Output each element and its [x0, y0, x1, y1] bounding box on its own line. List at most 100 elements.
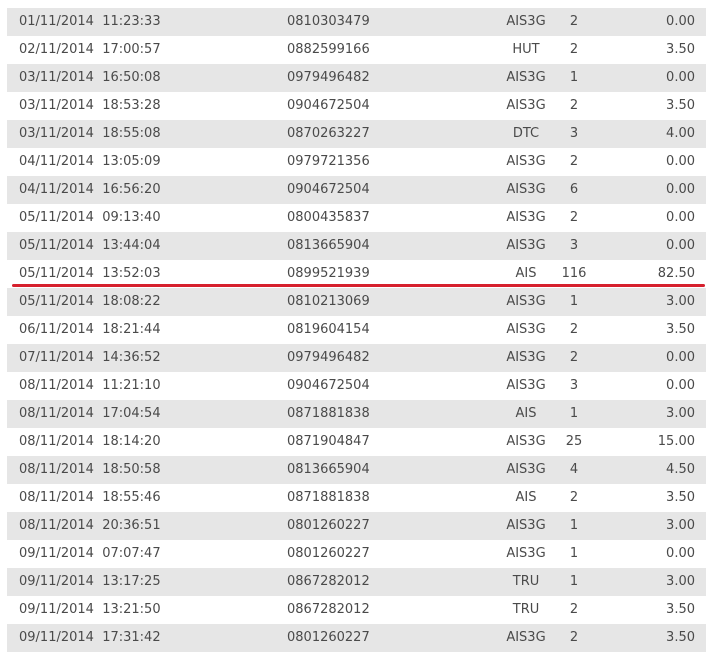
cell-datetime: 08/11/2014 18:50:58 [19, 456, 161, 484]
cell-quantity: 1 [569, 574, 579, 589]
cell-time: 13:44:04 [102, 238, 161, 253]
cell-phone-number: 0871881838 [287, 406, 370, 421]
cell-phone-number: 0813665904 [287, 238, 370, 253]
cell-phone-number: 0813665904 [287, 462, 370, 477]
cell-phone-number: 0810213069 [287, 294, 370, 309]
cell-date: 09/11/2014 [19, 602, 94, 617]
cell-datetime: 08/11/2014 18:55:46 [19, 484, 161, 512]
cell-amount: 15.00 [657, 434, 695, 449]
cell-time: 07:07:47 [102, 546, 161, 561]
cell-datetime: 05/11/2014 13:44:04 [19, 232, 161, 260]
cell-date: 05/11/2014 [19, 266, 94, 281]
cell-datetime: 08/11/2014 20:36:51 [19, 512, 161, 540]
table-row: 09/11/2014 13:21:50 0867282012 TRU 2 3.50 [7, 596, 706, 624]
table-row: 09/11/2014 17:31:42 0801260227 AIS3G 2 3.50 [7, 624, 706, 652]
cell-phone-number: 0882599166 [287, 42, 370, 57]
cell-quantity: 2 [569, 98, 579, 113]
table-row: 08/11/2014 17:04:54 0871881838 AIS 1 3.00 [7, 400, 706, 428]
table-row: 01/11/2014 11:23:33 0810303479 AIS3G 2 0.00 [7, 8, 706, 36]
cell-amount: 0.00 [666, 546, 695, 561]
table-row: 03/11/2014 18:55:08 0870263227 DTC 3 4.00 [7, 120, 706, 148]
table-row: 08/11/2014 20:36:51 0801260227 AIS3G 1 3.00 [7, 512, 706, 540]
cell-date: 06/11/2014 [19, 322, 94, 337]
cell-time: 11:21:10 [102, 378, 161, 393]
cell-operator: AIS3G [506, 350, 546, 365]
cell-operator: AIS3G [506, 154, 546, 169]
cell-quantity: 1 [569, 518, 579, 533]
cell-operator: AIS3G [506, 98, 546, 113]
cell-time: 18:55:08 [102, 126, 161, 141]
cell-date: 04/11/2014 [19, 154, 94, 169]
table-row: 04/11/2014 16:56:20 0904672504 AIS3G 6 0.00 [7, 176, 706, 204]
cell-phone-number: 0819604154 [287, 322, 370, 337]
cell-phone-number: 0801260227 [287, 518, 370, 533]
cell-quantity: 1 [569, 406, 579, 421]
table-row: 05/11/2014 13:44:04 0813665904 AIS3G 3 0.00 [7, 232, 706, 260]
cell-operator: TRU [512, 574, 540, 589]
cell-quantity: 4 [569, 462, 579, 477]
cell-date: 08/11/2014 [19, 378, 94, 393]
cell-operator: TRU [512, 602, 540, 617]
cell-time: 16:56:20 [102, 182, 161, 197]
cell-datetime: 03/11/2014 18:55:08 [19, 120, 161, 148]
cell-amount: 3.50 [666, 98, 695, 113]
cell-amount: 0.00 [666, 154, 695, 169]
cell-date: 04/11/2014 [19, 182, 94, 197]
cell-time: 13:52:03 [102, 266, 161, 281]
table-row: 05/11/2014 09:13:40 0800435837 AIS3G 2 0.00 [7, 204, 706, 232]
cell-operator: AIS3G [506, 238, 546, 253]
cell-time: 17:00:57 [102, 42, 161, 57]
cell-datetime: 01/11/2014 11:23:33 [19, 8, 161, 36]
cell-phone-number: 0810303479 [287, 14, 370, 29]
cell-datetime: 05/11/2014 18:08:22 [19, 288, 161, 316]
cell-time: 17:04:54 [102, 406, 161, 421]
cell-quantity: 2 [569, 14, 579, 29]
cell-phone-number: 0867282012 [287, 574, 370, 589]
cell-phone-number: 0904672504 [287, 378, 370, 393]
cell-amount: 0.00 [666, 210, 695, 225]
cell-datetime: 02/11/2014 17:00:57 [19, 36, 161, 64]
cell-quantity: 2 [569, 154, 579, 169]
cell-quantity: 3 [569, 238, 579, 253]
table-row: 08/11/2014 18:14:20 0871904847 AIS3G 25 15.0… [7, 428, 706, 456]
cell-time: 14:36:52 [102, 350, 161, 365]
cell-quantity: 2 [569, 490, 579, 505]
cell-quantity: 6 [569, 182, 579, 197]
table-row: 03/11/2014 16:50:08 0979496482 AIS3G 1 0.00 [7, 64, 706, 92]
cell-time: 13:05:09 [102, 154, 161, 169]
cell-amount: 4.50 [666, 462, 695, 477]
cell-operator: AIS3G [506, 14, 546, 29]
cell-amount: 3.50 [666, 602, 695, 617]
cell-operator: AIS3G [506, 294, 546, 309]
cell-datetime: 09/11/2014 17:31:42 [19, 624, 161, 652]
cell-operator: AIS3G [506, 434, 546, 449]
cell-date: 05/11/2014 [19, 238, 94, 253]
cell-amount: 0.00 [666, 70, 695, 85]
cell-operator: AIS3G [506, 518, 546, 533]
cell-phone-number: 0979496482 [287, 70, 370, 85]
cell-amount: 3.50 [666, 322, 695, 337]
table-row: 04/11/2014 13:05:09 0979721356 AIS3G 2 0.00 [7, 148, 706, 176]
cell-amount: 3.50 [666, 42, 695, 57]
cell-quantity: 2 [569, 602, 579, 617]
table-row: 05/11/2014 18:08:22 0810213069 AIS3G 1 3.00 [7, 288, 706, 316]
cell-quantity: 25 [565, 434, 583, 449]
cell-datetime: 04/11/2014 13:05:09 [19, 148, 161, 176]
cell-date: 08/11/2014 [19, 462, 94, 477]
cell-amount: 4.00 [666, 126, 695, 141]
cell-date: 08/11/2014 [19, 490, 94, 505]
table-row: 03/11/2014 18:53:28 0904672504 AIS3G 2 3.50 [7, 92, 706, 120]
cell-quantity: 3 [569, 378, 579, 393]
cell-quantity: 1 [569, 294, 579, 309]
cell-amount: 3.00 [666, 406, 695, 421]
cell-datetime: 09/11/2014 07:07:47 [19, 540, 161, 568]
cell-date: 03/11/2014 [19, 98, 94, 113]
cell-operator: AIS3G [506, 546, 546, 561]
cell-quantity: 2 [569, 350, 579, 365]
cell-amount: 3.00 [666, 518, 695, 533]
cell-time: 11:23:33 [102, 14, 161, 29]
red-underline-highlight [12, 284, 705, 287]
cell-phone-number: 0801260227 [287, 546, 370, 561]
cell-date: 01/11/2014 [19, 14, 94, 29]
cell-datetime: 03/11/2014 18:53:28 [19, 92, 161, 120]
